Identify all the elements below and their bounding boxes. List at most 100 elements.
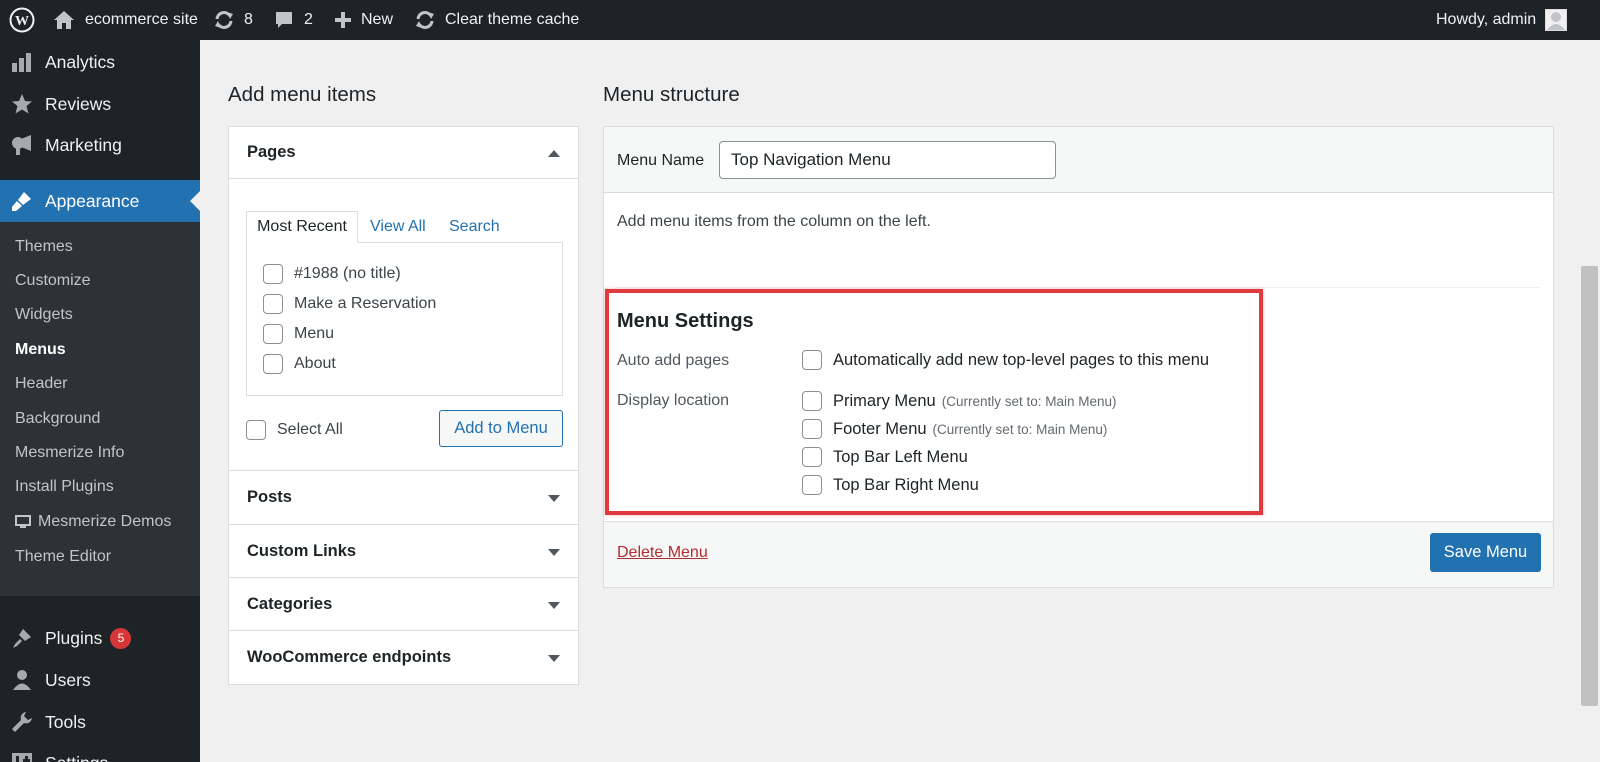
location-option-top-bar-right[interactable]: Top Bar Right Menu (802, 475, 979, 495)
select-all-option[interactable]: Select All (246, 420, 343, 440)
location-note: (Currently set to: Main Menu) (932, 421, 1108, 437)
comment-icon (274, 10, 294, 30)
account-menu[interactable]: Howdy, admin (1436, 0, 1568, 40)
location-checkbox[interactable] (802, 447, 822, 467)
chevron-up-icon (548, 150, 560, 157)
location-option-footer[interactable]: Footer Menu (Currently set to: Main Menu… (802, 419, 1107, 439)
menu-item-appearance[interactable]: Appearance (0, 180, 200, 222)
accordion-title-categories: Categories (247, 595, 333, 613)
admin-bar: W ecommerce site 8 2 New Clear theme cac… (0, 0, 1600, 40)
submenu-background[interactable]: Background (15, 407, 100, 431)
submenu-customize[interactable]: Customize (15, 269, 91, 293)
accordion-section-categories[interactable]: Categories (229, 578, 578, 631)
auto-add-pages-option[interactable]: Automatically add new top-level pages to… (802, 350, 1209, 370)
updates-link[interactable]: 8 (213, 0, 253, 40)
location-option-primary[interactable]: Primary Menu (Currently set to: Main Men… (802, 391, 1117, 411)
submenu-menus[interactable]: Menus (15, 338, 66, 362)
star-icon (10, 92, 34, 116)
accordion-section-woocommerce-endpoints[interactable]: WooCommerce endpoints (229, 631, 578, 684)
users-icon (10, 668, 34, 692)
settings-icon (10, 751, 34, 762)
menu-label-reviews: Reviews (45, 93, 112, 114)
location-checkbox[interactable] (802, 419, 822, 439)
auto-add-pages-text: Automatically add new top-level pages to… (833, 350, 1210, 369)
location-option-top-bar-left[interactable]: Top Bar Left Menu (802, 447, 968, 467)
accordion-title-posts: Posts (247, 488, 292, 506)
select-all-label: Select All (277, 421, 343, 438)
location-checkbox[interactable] (802, 475, 822, 495)
page-option[interactable]: About (263, 354, 336, 374)
page-checkbox[interactable] (263, 264, 283, 284)
site-name-link[interactable]: ecommerce site (53, 0, 198, 40)
accordion-section-pages: Pages Most Recent View All Search #1988 … (229, 127, 578, 471)
tab-search[interactable]: Search (449, 211, 500, 243)
menu-label-marketing: Marketing (45, 134, 122, 155)
select-all-checkbox[interactable] (246, 420, 266, 440)
add-to-menu-button[interactable]: Add to Menu (439, 410, 563, 447)
page-scrollbar-thumb[interactable] (1581, 266, 1598, 706)
accordion-header-pages[interactable]: Pages (229, 127, 578, 179)
menu-label-settings: Settings (45, 753, 108, 762)
brush-icon (10, 189, 34, 213)
accordion-title-pages: Pages (247, 143, 296, 161)
submenu-themes[interactable]: Themes (15, 235, 73, 259)
comments-link[interactable]: 2 (274, 0, 313, 40)
plus-icon (333, 10, 353, 30)
wordpress-logo-icon[interactable]: W (9, 0, 35, 40)
submenu-widgets[interactable]: Widgets (15, 303, 73, 327)
section-divider (617, 287, 1540, 288)
menu-label-users: Users (45, 669, 91, 690)
updates-icon (213, 10, 235, 30)
menu-item-reviews[interactable]: Reviews (0, 84, 200, 124)
new-label: New (361, 11, 394, 28)
location-checkbox[interactable] (802, 391, 822, 411)
clear-cache-link[interactable]: Clear theme cache (414, 0, 579, 40)
tab-view-all[interactable]: View All (370, 211, 426, 243)
location-note: (Currently set to: Main Menu) (941, 393, 1117, 409)
page-checkbox[interactable] (263, 354, 283, 374)
submenu-mesmerize-demos[interactable]: Mesmerize Demos (15, 510, 171, 534)
site-name: ecommerce site (85, 11, 198, 28)
add-menu-items-accordion: Pages Most Recent View All Search #1988 … (228, 126, 579, 685)
menu-footer-bar: Delete Menu Save Menu (604, 521, 1553, 587)
auto-add-pages-checkbox[interactable] (802, 350, 822, 370)
menu-item-plugins[interactable]: Plugins 5 (0, 618, 200, 658)
menu-item-users[interactable]: Users (0, 660, 200, 700)
comments-count: 2 (304, 11, 313, 28)
location-name: Primary Menu (833, 391, 936, 410)
save-menu-button[interactable]: Save Menu (1430, 533, 1541, 572)
page-option[interactable]: #1988 (no title) (263, 264, 401, 284)
delete-menu-link[interactable]: Delete Menu (617, 544, 708, 562)
menu-item-analytics[interactable]: Analytics (0, 42, 200, 82)
accordion-section-custom-links[interactable]: Custom Links (229, 525, 578, 578)
new-content-link[interactable]: New (333, 0, 393, 40)
submenu-mesmerize-demos-label: Mesmerize Demos (38, 513, 172, 530)
avatar-icon (1545, 9, 1568, 31)
menu-item-marketing[interactable]: Marketing (0, 125, 200, 165)
menu-name-header: Menu Name Top Navigation Menu (604, 127, 1553, 193)
menu-name-input[interactable]: Top Navigation Menu (719, 141, 1056, 179)
chevron-down-icon (548, 549, 560, 556)
page-option[interactable]: Make a Reservation (263, 294, 436, 314)
page-checkbox[interactable] (263, 324, 283, 344)
menu-item-settings[interactable]: Settings (0, 743, 200, 762)
submenu-install-plugins[interactable]: Install Plugins (15, 475, 114, 499)
home-icon (53, 10, 75, 30)
menu-instructions: Add menu items from the column on the le… (617, 213, 931, 230)
tab-most-recent[interactable]: Most Recent (246, 211, 358, 243)
analytics-icon (10, 50, 34, 74)
menu-label-plugins: Plugins (45, 627, 103, 648)
page-option[interactable]: Menu (263, 324, 334, 344)
appearance-submenu: Themes Customize Widgets Menus Header Ba… (0, 222, 200, 596)
submenu-theme-editor[interactable]: Theme Editor (15, 545, 111, 569)
submenu-mesmerize-info[interactable]: Mesmerize Info (15, 441, 124, 465)
menu-label-appearance: Appearance (45, 190, 140, 211)
submenu-header[interactable]: Header (15, 372, 67, 396)
page-checkbox[interactable] (263, 294, 283, 314)
plugin-icon (10, 626, 34, 650)
page-option-label: Make a Reservation (294, 295, 437, 312)
menu-item-tools[interactable]: Tools (0, 702, 200, 742)
refresh-icon (414, 10, 436, 30)
chevron-down-icon (548, 602, 560, 609)
accordion-section-posts[interactable]: Posts (229, 471, 578, 525)
